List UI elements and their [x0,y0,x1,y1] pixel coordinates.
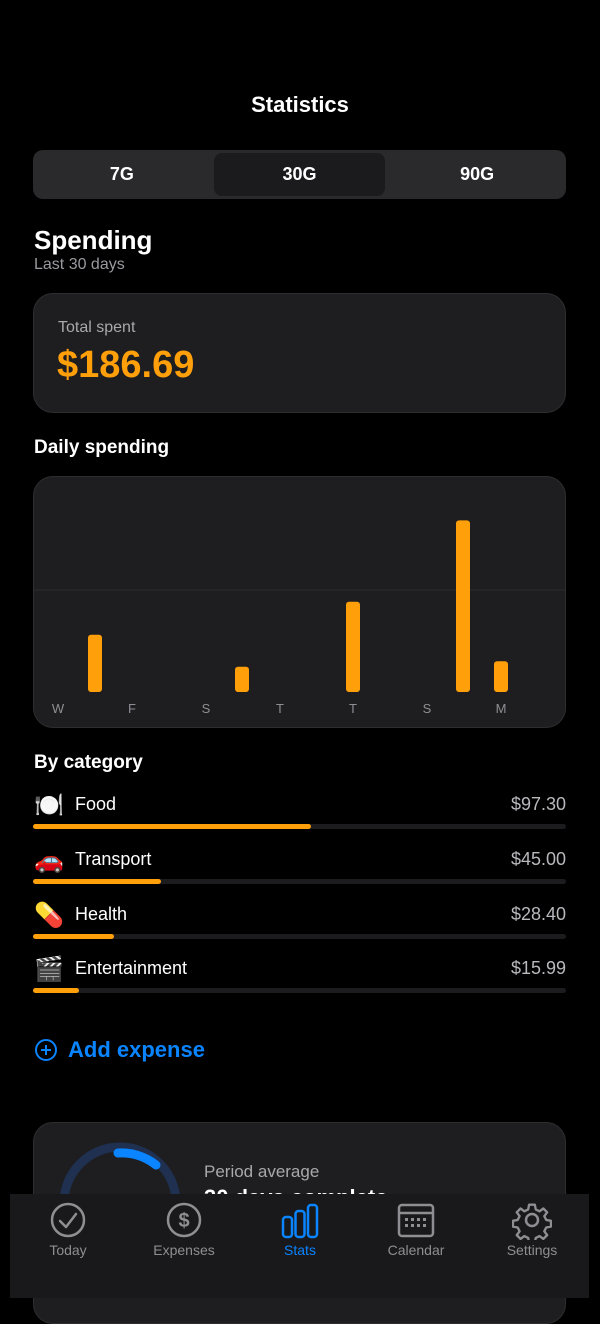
tab-today[interactable]: Today [10,1194,126,1274]
category-bar-fill [33,879,162,884]
chart-x-tick-label: M [496,701,507,716]
tab-label: Calendar [387,1242,445,1258]
add-expense-button[interactable]: Add expense [34,1037,205,1063]
spending-subtitle: Last 30 days [34,256,125,273]
total-spent-label: Total spent [58,319,136,336]
tab-settings[interactable]: Settings [474,1194,590,1274]
category-row-health[interactable]: 💊 Health $28.40 [33,902,566,954]
daily-spending-chart: WFSTTSM [33,476,566,728]
tab-label: Expenses [153,1242,215,1258]
category-row-transport[interactable]: 🚗 Transport $45.00 [33,847,566,899]
spending-heading: Spending [34,225,153,255]
chart-x-tick-label: T [349,701,357,716]
chart-bar [456,520,470,692]
checkmark-circle-icon [50,1202,86,1238]
add-expense-label: Add expense [68,1037,205,1062]
chart-bar [346,601,360,692]
tab-label: Stats [284,1242,316,1258]
category-bar-track [33,879,566,884]
chart-canvas: WFSTTSM [34,520,565,716]
period-selector: 7G 30G 90G [33,150,566,199]
category-bar-fill [33,824,311,829]
calendar-icon [397,1203,435,1238]
category-row-entertainment[interactable]: 🎬 Entertainment $15.99 [33,956,566,1008]
period-average-label: Period average [204,1162,320,1181]
category-name: Health [75,904,128,924]
category-bar-track [33,988,566,993]
category-name: Food [75,794,117,814]
chart-x-tick-label: W [52,701,65,716]
bar-chart-icon [281,1203,319,1239]
category-amount: $28.40 [510,904,566,924]
category-bar-track [33,824,566,829]
pill-icon: 💊 [34,902,64,929]
svg-text:$: $ [178,1210,189,1232]
total-spent-value: $186.69 [57,344,195,386]
tab-expenses[interactable]: $ Expenses [126,1194,242,1274]
category-bar-track [33,934,566,939]
dollar-circle-icon: $ [166,1202,202,1238]
category-bar-fill [33,988,79,993]
plus-circle-icon [35,1039,57,1061]
chart-x-tick-label: F [128,701,136,716]
period-option-90g[interactable]: 90G [391,153,563,196]
clapperboard-icon: 🎬 [34,956,64,983]
category-amount: $15.99 [510,958,566,978]
chart-x-tick-label: S [202,701,211,716]
chart-x-tick-label: T [276,701,284,716]
gear-icon [512,1203,552,1240]
tab-label: Settings [506,1242,558,1258]
chart-bar [494,661,508,692]
category-bar-fill [33,934,115,939]
period-option-7g[interactable]: 7G [36,153,208,196]
chart-bar [88,634,102,692]
category-amount: $97.30 [510,794,566,814]
tab-calendar[interactable]: Calendar [358,1194,474,1274]
by-category-heading: By category [34,752,143,773]
car-icon: 🚗 [34,847,64,874]
category-name: Transport [75,849,152,869]
chart-x-tick-label: S [423,701,432,716]
daily-spending-heading: Daily spending [34,437,170,458]
category-name: Entertainment [75,958,188,978]
page-title: Statistics [251,92,349,117]
period-option-30g[interactable]: 30G [213,153,386,196]
total-spent-card: Total spent $186.69 [33,293,566,413]
chart-bar [235,666,249,692]
category-row-food[interactable]: 🍽️ Food $97.30 [33,792,566,844]
category-amount: $45.00 [510,849,566,869]
food-icon: 🍽️ [34,792,64,819]
tab-bar: Today $ Expenses Stats Calendar Settings [10,1194,589,1298]
tab-label: Today [49,1242,87,1258]
tab-stats[interactable]: Stats [242,1194,358,1274]
